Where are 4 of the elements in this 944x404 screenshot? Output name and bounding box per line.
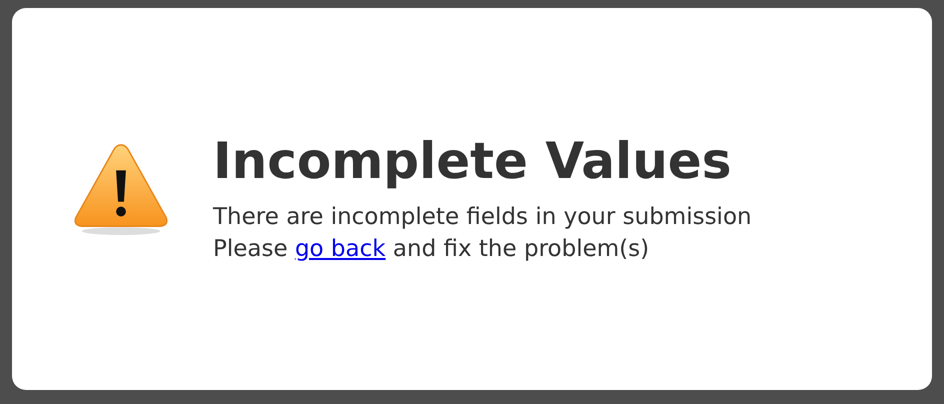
go-back-link[interactable]: go back [294,236,386,262]
dialog-title: Incomplete Values [213,134,732,188]
message-text: Please go back and fix the problem(s) [213,234,650,264]
message-text: There are incomplete fields in your submission [213,202,752,232]
